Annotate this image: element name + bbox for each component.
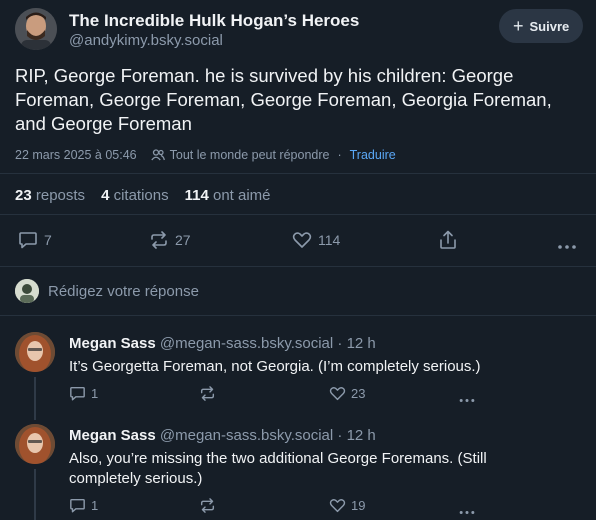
reply-reply-count: 1 [91,498,99,513]
reply-more-button[interactable] [458,502,476,520]
post-stats: 23 reposts 4 citations 114 ont aimé [15,187,271,204]
share-button[interactable] [438,230,458,255]
post-date[interactable]: 22 mars 2025 à 05:46 [15,148,137,162]
reply-like-button[interactable]: 19 [329,498,365,513]
reply-author-name[interactable]: Megan Sass [69,427,156,444]
reply-author-handle[interactable]: @megan-sass.bsky.social [160,427,333,444]
heart-icon [329,499,346,513]
reply-avatar[interactable] [15,424,55,464]
reply-header: Megan Sass @megan-sass.bsky.social · 12 … [69,427,376,444]
reposts-stat[interactable]: 23 reposts [15,187,85,204]
reply-header: Megan Sass @megan-sass.bsky.social · 12 … [69,335,376,352]
reply-time[interactable]: · 12 h [337,335,375,352]
more-icon [558,245,576,249]
reply-reply-count: 1 [91,386,99,401]
reply-reply-button[interactable]: 1 [69,498,98,513]
reply-like-button[interactable]: 23 [329,386,365,401]
plus-icon: + [513,16,524,36]
divider [0,315,596,316]
divider [0,266,596,267]
repost-count: 27 [175,232,191,248]
author-avatar-image [15,8,57,50]
follow-button[interactable]: + Suivre [499,9,584,43]
reply-composer[interactable]: Rédigez votre réponse [15,279,199,303]
divider [0,214,596,215]
thread-line [34,469,36,520]
reply-icon [70,498,85,513]
reply-like-count: 23 [351,386,366,401]
author-handle[interactable]: @andykimy.bsky.social [69,32,223,49]
quotes-stat[interactable]: 4 citations [101,187,169,204]
reply-text: Also, you’re missing the two additional … [69,450,487,487]
post-text: RIP, George Foreman. he is survived by h… [15,65,552,134]
composer-placeholder: Rédigez votre réponse [48,282,199,300]
like-count: 114 [318,232,341,248]
user-avatar [15,279,39,303]
reply-icon [70,386,85,401]
meta-separator: · [337,148,342,162]
translate-link[interactable]: Traduire [350,148,396,162]
reply-more-button[interactable] [458,390,476,408]
audience-label[interactable]: Tout le monde peut répondre [170,148,330,162]
reply-like-count: 19 [351,498,366,513]
reply-icon [19,232,37,249]
reply-count: 7 [44,232,52,248]
reply-author-name[interactable]: Megan Sass [69,335,156,352]
divider [0,173,596,174]
reply-repost-button[interactable] [199,498,216,513]
more-icon [459,511,475,514]
reply-reply-button[interactable]: 1 [69,386,98,401]
heart-icon [292,232,312,248]
repost-icon [200,498,215,513]
like-button[interactable]: 114 [292,231,340,249]
follow-label: Suivre [529,18,570,34]
share-icon [440,230,456,249]
reply-button[interactable]: 7 [18,231,52,249]
thread-line [34,377,36,420]
reply-author-handle[interactable]: @megan-sass.bsky.social [160,335,333,352]
reply-time[interactable]: · 12 h [337,427,375,444]
repost-button[interactable]: 27 [149,231,191,249]
repost-icon [200,386,215,401]
likes-stat[interactable]: 114 ont aimé [185,187,271,204]
repost-icon [151,231,167,249]
more-options-button[interactable] [557,237,577,255]
reply-text: It’s Georgetta Foreman, not Georgia. (I’… [69,358,481,375]
people-icon [150,149,165,161]
more-icon [459,399,475,402]
author-avatar[interactable] [15,8,57,50]
reply-avatar[interactable] [15,332,55,372]
heart-icon [329,387,346,401]
author-name[interactable]: The Incredible Hulk Hogan’s Heroes [69,11,359,31]
reply-repost-button[interactable] [199,386,216,401]
post-meta: 22 mars 2025 à 05:46 Tout le monde peut … [15,148,396,162]
